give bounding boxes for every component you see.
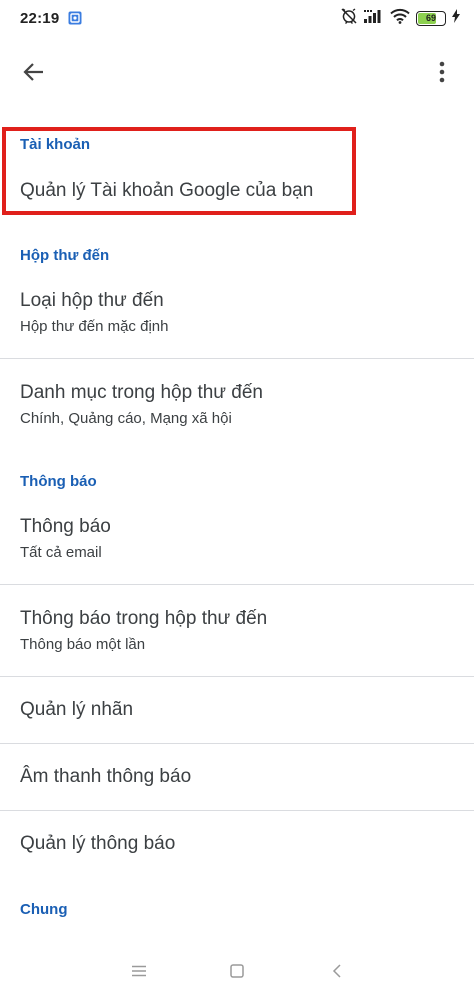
arrow-left-icon	[23, 61, 45, 88]
manage-notifications-title: Quản lý thông báo	[20, 833, 176, 854]
inbox-type-value: Hộp thư đến mặc định	[20, 318, 169, 335]
battery-indicator: 69	[416, 10, 446, 26]
notifications-item[interactable]: Thông báo Tất cả email	[0, 504, 474, 584]
square-icon	[230, 963, 244, 983]
system-nav-bar	[0, 944, 474, 1000]
section-header-general: Chung	[20, 901, 68, 918]
divider	[0, 584, 474, 585]
signal-icon	[364, 9, 384, 28]
manage-labels-title: Quản lý nhãn	[20, 699, 134, 720]
alarm-off-icon	[340, 7, 358, 30]
system-back-button[interactable]	[326, 962, 348, 984]
recent-apps-button[interactable]	[128, 962, 150, 984]
manage-notifications-item[interactable]: Quản lý thông báo	[0, 811, 474, 877]
battery-level: 69	[425, 12, 436, 23]
status-time: 22:19	[20, 10, 60, 27]
home-button[interactable]	[226, 962, 248, 984]
notifications-title: Thông báo	[20, 516, 111, 537]
inbox-categories-value: Chính, Quảng cáo, Mạng xã hội	[20, 410, 232, 427]
divider	[0, 358, 474, 359]
chevron-left-icon	[332, 963, 342, 983]
inbox-notifications-value: Thông báo một lần	[20, 636, 146, 653]
app-notification-icon	[68, 11, 82, 25]
inbox-categories-title: Danh mục trong hộp thư đến	[20, 382, 263, 403]
inbox-notifications-item[interactable]: Thông báo trong hộp thư đến Thông báo mộ…	[0, 596, 474, 676]
app-bar	[0, 44, 474, 104]
status-bar: 22:19 69	[0, 0, 474, 36]
highlight-annotation	[2, 127, 356, 215]
charging-icon	[452, 8, 460, 28]
notifications-value: Tất cả email	[20, 544, 102, 561]
section-header-inbox: Hộp thư đến	[20, 247, 110, 264]
notification-sound-title: Âm thanh thông báo	[20, 766, 192, 787]
back-button[interactable]	[16, 56, 52, 92]
inbox-type-title: Loại hộp thư đến	[20, 290, 164, 311]
status-icons: 69	[340, 7, 460, 30]
inbox-categories-item[interactable]: Danh mục trong hộp thư đến Chính, Quảng …	[0, 370, 474, 450]
menu-lines-icon	[131, 964, 147, 982]
inbox-notifications-title: Thông báo trong hộp thư đến	[20, 608, 268, 629]
manage-labels-item[interactable]: Quản lý nhãn	[0, 677, 474, 743]
inbox-type-item[interactable]: Loại hộp thư đến Hộp thư đến mặc định	[0, 278, 474, 358]
wifi-icon	[390, 8, 410, 29]
more-options-button[interactable]	[430, 56, 454, 92]
section-header-notifications: Thông báo	[20, 473, 97, 490]
notification-sound-item[interactable]: Âm thanh thông báo	[0, 744, 474, 810]
more-vert-icon	[439, 61, 445, 88]
